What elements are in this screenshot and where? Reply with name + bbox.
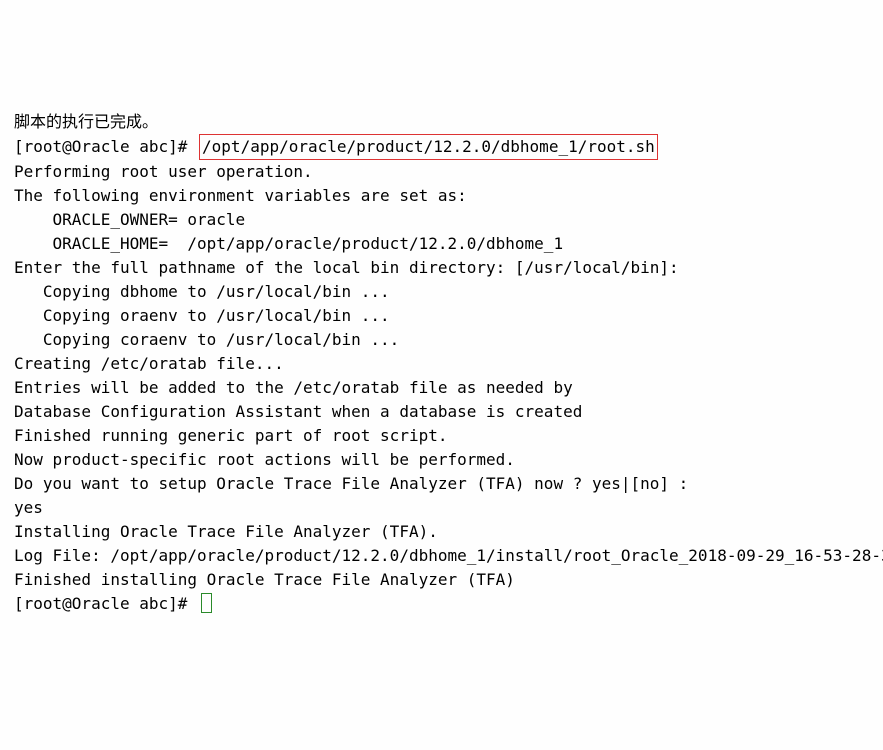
output-line: Creating /etc/oratab file...: [14, 352, 869, 376]
user-input-line: yes: [14, 496, 869, 520]
output-line: Finished running generic part of root sc…: [14, 424, 869, 448]
output-line: ORACLE_OWNER= oracle: [14, 208, 869, 232]
output-line: Copying dbhome to /usr/local/bin ...: [14, 280, 869, 304]
cursor-icon: [201, 593, 212, 613]
output-line: Installing Oracle Trace File Analyzer (T…: [14, 520, 869, 544]
shell-prompt: [root@Oracle abc]#: [14, 137, 197, 156]
output-line: Copying coraenv to /usr/local/bin ...: [14, 328, 869, 352]
output-line: Finished installing Oracle Trace File An…: [14, 568, 869, 592]
command-highlighted: /opt/app/oracle/product/12.2.0/dbhome_1/…: [199, 134, 658, 160]
output-line: Do you want to setup Oracle Trace File A…: [14, 472, 869, 496]
prompt-line-1[interactable]: [root@Oracle abc]# /opt/app/oracle/produ…: [14, 134, 869, 160]
output-line: Enter the full pathname of the local bin…: [14, 256, 869, 280]
output-line: Performing root user operation.: [14, 160, 869, 184]
prompt-line-2[interactable]: [root@Oracle abc]#: [14, 592, 869, 616]
header-partial: 脚本的执行已完成。: [14, 110, 869, 134]
output-line: Log File: /opt/app/oracle/product/12.2.0…: [14, 544, 869, 568]
output-line: Entries will be added to the /etc/oratab…: [14, 376, 869, 400]
shell-prompt: [root@Oracle abc]#: [14, 594, 197, 613]
output-line: Database Configuration Assistant when a …: [14, 400, 869, 424]
output-line: Now product-specific root actions will b…: [14, 448, 869, 472]
output-line: ORACLE_HOME= /opt/app/oracle/product/12.…: [14, 232, 869, 256]
output-line: Copying oraenv to /usr/local/bin ...: [14, 304, 869, 328]
output-line: The following environment variables are …: [14, 184, 869, 208]
